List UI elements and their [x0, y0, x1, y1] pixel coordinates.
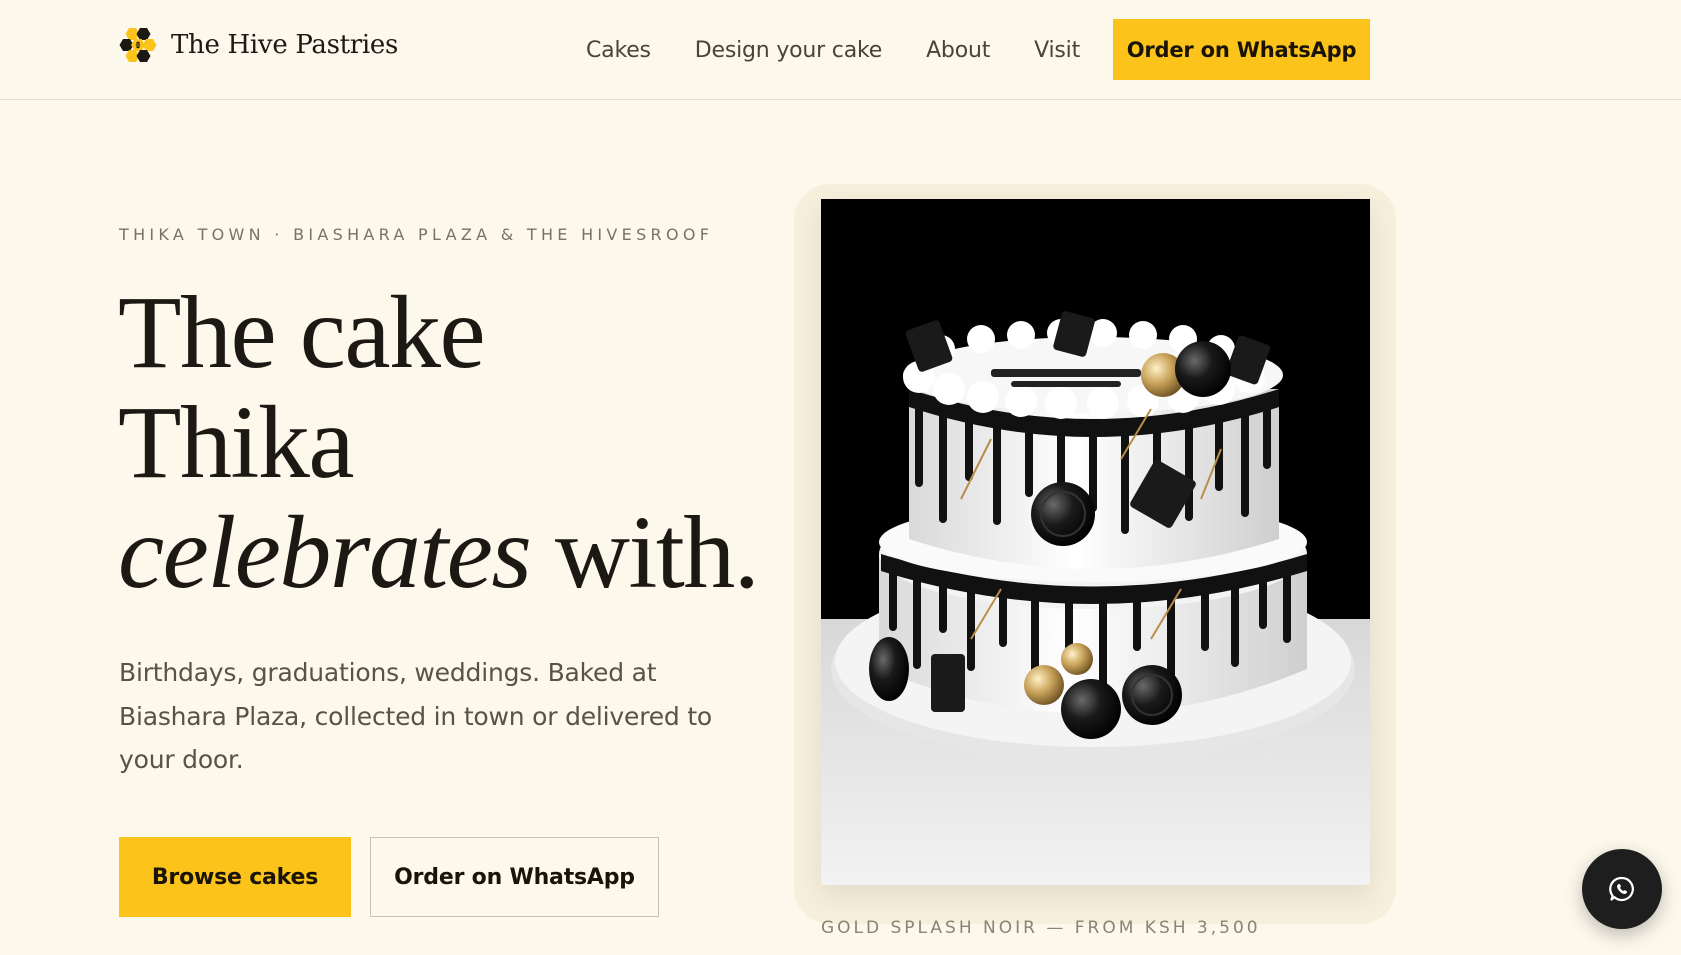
hero-title-line-2: Thika: [118, 385, 355, 500]
feature-cake-image: [821, 199, 1370, 885]
main-nav: Cakes Design your cake About Visit: [586, 32, 1124, 68]
feature-image-caption: GOLD SPLASH NOIR — FROM KSH 3,500: [821, 918, 1261, 938]
hero-title-line-3: celebrates with.: [118, 495, 760, 610]
hero-title-italic: celebrates: [118, 495, 532, 610]
brand-home-link[interactable]: The Hive Pastries: [119, 24, 398, 66]
header-order-whatsapp-button[interactable]: Order on WhatsApp: [1113, 19, 1370, 80]
site-header: The Hive Pastries Cakes Design your cake…: [0, 0, 1681, 100]
hero-title-line-1: The cake: [118, 275, 486, 390]
nav-link-design-your-cake[interactable]: Design your cake: [695, 38, 882, 63]
cake-illustration: [821, 199, 1370, 885]
nav-link-about[interactable]: About: [926, 38, 990, 63]
brand-name: The Hive Pastries: [171, 30, 399, 60]
hero-title: The cake Thika celebrates with.: [118, 275, 760, 610]
nav-link-visit[interactable]: Visit: [1034, 38, 1080, 63]
hero-eyebrow: THIKA TOWN · BIASHARA PLAZA & THE HIVESR…: [119, 225, 714, 244]
browse-cakes-button[interactable]: Browse cakes: [119, 837, 351, 917]
hero-title-line-3-rest: with.: [530, 495, 760, 610]
hero-description: Birthdays, graduations, weddings. Baked …: [119, 658, 713, 774]
nav-link-cakes[interactable]: Cakes: [586, 38, 651, 63]
hero-order-whatsapp-button[interactable]: Order on WhatsApp: [370, 837, 659, 917]
whatsapp-icon: [1609, 876, 1634, 902]
honeycomb-bee-icon: [119, 28, 157, 62]
whatsapp-chat-button[interactable]: [1582, 849, 1662, 929]
